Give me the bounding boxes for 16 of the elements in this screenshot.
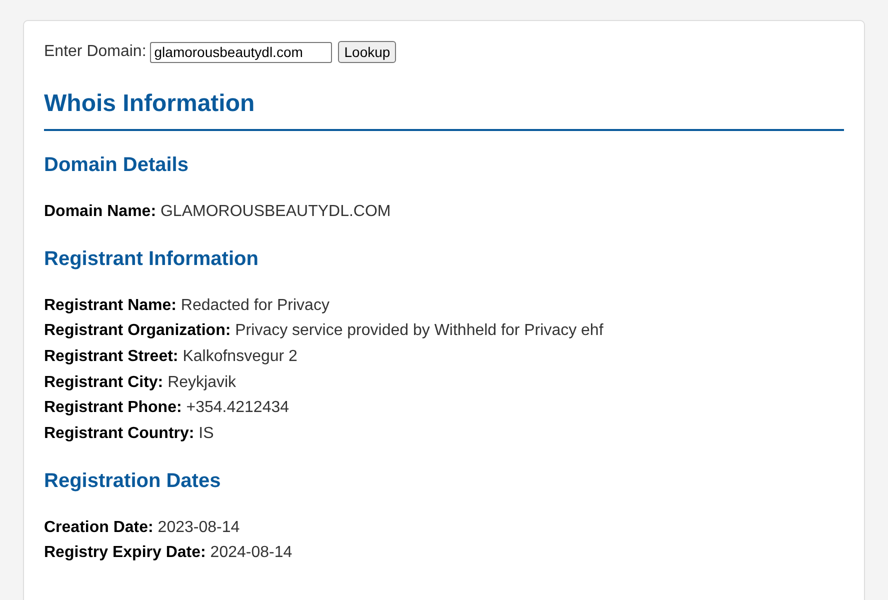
field-text: Registrant City: Reykjavik [44, 372, 236, 393]
lookup-button[interactable]: Lookup [338, 41, 396, 63]
field-text: Registrant Street: Kalkofnsvegur 2 [44, 346, 298, 367]
page-title: Whois Information [44, 90, 844, 131]
domain-label: Enter Domain: [44, 43, 146, 61]
section-heading: Registration Dates [44, 468, 222, 493]
field-text: Registrant Country: IS [44, 424, 214, 444]
field-text: Registrant Organization: Privacy service provided by Withheld for Privacy ehf [44, 321, 604, 342]
section-heading: Domain Details [44, 152, 190, 177]
field-text: Registrant Phone: +354.4212434 [44, 398, 290, 418]
field-text: Creation Date: 2023-08-14 [44, 518, 240, 538]
section-heading: Registrant Information [44, 246, 260, 270]
field-text: Registry Expiry Date: 2024-08-14 [44, 543, 292, 564]
field-text: Registrant Name: Redacted for Privacy [44, 296, 330, 316]
field-text: Domain Name: GLAMOROUSBEAUTYDL.COM [44, 202, 391, 222]
domain-field[interactable]: glamorousbeautydl.com [150, 42, 332, 62]
